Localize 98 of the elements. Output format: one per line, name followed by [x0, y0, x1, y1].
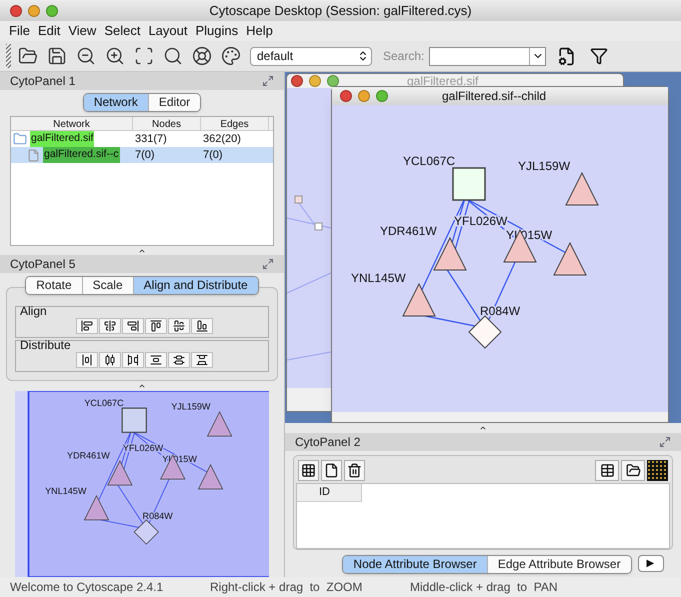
folder-icon [13, 132, 27, 146]
align-icon[interactable] [190, 318, 212, 334]
menu-item[interactable]: Help [246, 21, 273, 41]
tab[interactable]: Network [84, 94, 148, 111]
triangle-node [206, 411, 232, 436]
window-title: galFiltered.sif [407, 75, 478, 87]
panel-title: CytoPanel 2 [295, 434, 360, 451]
up-down-arrows-icon [357, 50, 369, 62]
tab[interactable]: Editor [148, 94, 200, 111]
zoom-icon[interactable] [376, 90, 388, 102]
table-icon[interactable] [298, 460, 319, 481]
distribute-icon[interactable] [122, 352, 144, 368]
menu-item[interactable]: Plugins [196, 21, 238, 41]
node-label: YCL067C [403, 154, 456, 168]
next-button[interactable]: ▶ [638, 555, 664, 572]
search-field[interactable] [429, 46, 546, 66]
menu-item[interactable]: File [9, 21, 30, 41]
menu-item[interactable]: Select [104, 21, 140, 41]
diamond-node [134, 519, 159, 545]
float-icon[interactable] [262, 258, 274, 270]
triangle-node [402, 282, 436, 316]
align-icon[interactable] [144, 318, 166, 334]
square-node [122, 408, 147, 433]
float-icon[interactable] [262, 75, 274, 87]
node-label: YFL026W [122, 443, 164, 454]
lifebuoy-icon[interactable] [190, 44, 214, 68]
square-node [452, 167, 486, 201]
group-title: Align [20, 304, 48, 318]
zoom-icon[interactable] [46, 4, 58, 16]
window-title: Cytoscape Desktop (Session: galFiltered.cys) [208, 2, 473, 20]
distribute-icon[interactable] [98, 352, 120, 368]
tab[interactable]: Align and Distribute [132, 277, 258, 294]
zoom-icon[interactable] [327, 75, 339, 87]
column-header[interactable]: Edges [201, 117, 269, 130]
table-row[interactable]: galFiltered.sif--c 7(0) 7(0) [11, 147, 273, 163]
heatmap-icon[interactable] [647, 460, 668, 481]
triangle-node [107, 460, 133, 486]
grip-icon [6, 44, 11, 68]
node-label: YCL067C [84, 398, 124, 408]
align-icon[interactable] [122, 318, 144, 334]
group-title: Distribute [20, 338, 72, 352]
panel-title: CytoPanel 5 [10, 256, 76, 273]
diamond-node [468, 315, 502, 349]
network-name: galFiltered.sif--c [43, 147, 120, 163]
triangle-node [198, 464, 224, 490]
status-text: Right-click + drag to ZOOM [210, 579, 364, 596]
distribute-icon[interactable] [190, 352, 212, 368]
edges-cell-text: 362(20) [202, 132, 242, 147]
style-select[interactable]: default [250, 46, 372, 66]
minimize-icon[interactable] [358, 90, 370, 102]
tab[interactable]: Rotate [26, 277, 82, 294]
distribute-icon[interactable] [144, 352, 166, 368]
edges-cell-text: 7(0) [202, 148, 224, 163]
node-label: YDR461W [67, 450, 110, 461]
column-header[interactable]: ID [297, 484, 362, 502]
node-label: YJL159W [518, 159, 570, 173]
menu-item[interactable]: Layout [148, 21, 188, 41]
triangle-node [84, 494, 110, 520]
status-text: Welcome to Cytoscape 2.4.1 [10, 579, 164, 596]
minimize-icon[interactable] [28, 4, 40, 16]
distribute-icon[interactable] [76, 352, 98, 368]
tab[interactable]: Node Attribute Browser [343, 556, 487, 573]
close-icon[interactable] [10, 4, 22, 16]
menu-item[interactable]: View [68, 21, 96, 41]
minimize-icon[interactable] [309, 75, 321, 87]
float-icon[interactable] [659, 436, 671, 448]
node-label: YNL145W [45, 486, 86, 496]
network-name: galFiltered.sif [30, 131, 94, 147]
window-title: galFiltered.sif--child [442, 88, 546, 105]
trash-icon[interactable] [344, 460, 365, 481]
distribute-icon[interactable] [168, 352, 190, 368]
node-label: YJL159W [171, 402, 210, 412]
align-icon[interactable] [98, 318, 120, 334]
tab[interactable]: Edge Attribute Browser [486, 556, 631, 573]
list-icon[interactable] [595, 460, 619, 481]
status-text: Middle-click + drag to PAN [410, 579, 558, 596]
triangle-node [565, 172, 599, 206]
close-icon[interactable] [291, 75, 303, 87]
document-icon[interactable] [321, 460, 342, 481]
node-label: YNL145W [351, 271, 406, 285]
menu-item[interactable]: Edit [38, 21, 60, 41]
open-folder-icon[interactable] [621, 460, 645, 481]
triangle-node [553, 242, 587, 276]
close-icon[interactable] [340, 90, 352, 102]
file-icon [27, 148, 40, 162]
tab[interactable]: Scale [82, 277, 133, 294]
panel-title: CytoPanel 1 [10, 73, 76, 90]
column-header[interactable]: Nodes [133, 117, 201, 130]
align-icon[interactable] [76, 318, 98, 334]
triangle-node [433, 236, 467, 270]
node-label: R084W [142, 511, 173, 522]
align-icon[interactable] [168, 318, 190, 334]
search-label: Search: [383, 48, 424, 65]
node-label: YDR461W [380, 224, 437, 238]
column-header[interactable]: Network [11, 117, 133, 130]
style-icon[interactable] [219, 44, 243, 68]
nodes-cell-text: 331(7) [134, 132, 168, 147]
nodes-cell-text: 7(0) [134, 148, 156, 163]
